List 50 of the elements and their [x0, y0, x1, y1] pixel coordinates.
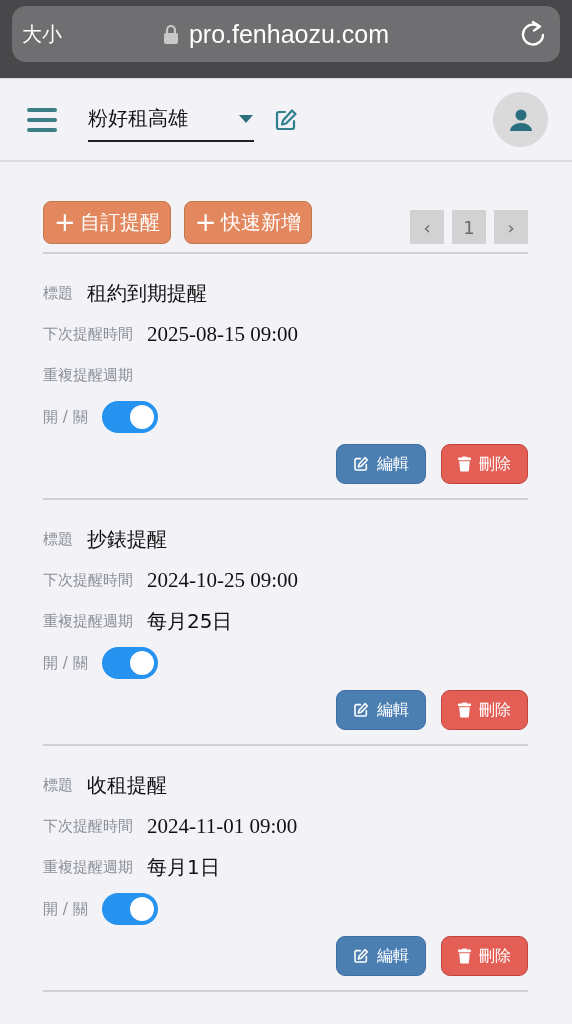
reminder-title: 租約到期提醒: [87, 279, 207, 307]
lock-icon: [162, 24, 179, 44]
field-label: 開 / 關: [43, 407, 88, 427]
reminder-time: 2025-08-15 09:00: [147, 321, 299, 347]
text-size-button[interactable]: 大小: [22, 20, 82, 48]
trash-icon: [458, 948, 471, 964]
edit-icon: [353, 702, 369, 718]
menu-icon[interactable]: [26, 105, 58, 134]
edit-button[interactable]: 編輯: [336, 936, 426, 976]
delete-button[interactable]: 刪除: [441, 936, 528, 976]
repeat-period: 每月25日: [147, 607, 233, 635]
delete-button[interactable]: 刪除: [441, 444, 528, 484]
field-label: 下次提醒時間: [43, 324, 133, 344]
trash-icon: [458, 456, 471, 472]
edit-icon[interactable]: [274, 107, 298, 132]
page-number-button[interactable]: 1: [452, 210, 486, 244]
toggle-switch[interactable]: [101, 401, 158, 433]
edit-button[interactable]: 編輯: [336, 690, 426, 730]
field-label: 重複提醒週期: [43, 611, 133, 631]
delete-button[interactable]: 刪除: [441, 690, 528, 730]
field-label: 標題: [43, 775, 73, 795]
caret-icon: [238, 113, 254, 124]
store-select[interactable]: 粉好租高雄: [88, 97, 254, 142]
field-label: 重複提醒週期: [43, 857, 133, 877]
url-text: pro.fenhaozu.com: [188, 19, 390, 49]
edit-button[interactable]: 編輯: [336, 444, 426, 484]
field-label: 標題: [43, 283, 73, 303]
trash-icon: [458, 702, 471, 718]
field-label: 重複提醒週期: [43, 365, 133, 385]
field-label: 標題: [43, 529, 73, 549]
add-button[interactable]: +快速新增: [183, 200, 312, 244]
reminder-time: 2024-11-01 09:00: [147, 813, 298, 839]
add-button[interactable]: +自訂提醒: [43, 200, 171, 244]
user-icon: [509, 108, 532, 131]
toggle-switch[interactable]: [101, 893, 158, 925]
next-page-button[interactable]: ›: [494, 210, 528, 244]
field-label: 下次提醒時間: [43, 816, 133, 836]
toggle-switch[interactable]: [101, 647, 158, 679]
address-bar[interactable]: 大小 pro.fenhaozu.com: [12, 6, 560, 62]
repeat-period: 每月1日: [147, 853, 220, 881]
field-label: 開 / 關: [43, 653, 88, 673]
reload-icon[interactable]: [520, 20, 546, 48]
edit-icon: [353, 456, 369, 472]
field-label: 開 / 關: [43, 899, 88, 919]
edit-icon: [353, 948, 369, 964]
field-label: 下次提醒時間: [43, 570, 133, 590]
previous-page-button[interactable]: ‹: [410, 210, 444, 244]
reminder-title: 抄錶提醒: [87, 525, 167, 553]
reminder-time: 2024-10-25 09:00: [147, 567, 299, 593]
reminder-title: 收租提醒: [87, 771, 167, 799]
